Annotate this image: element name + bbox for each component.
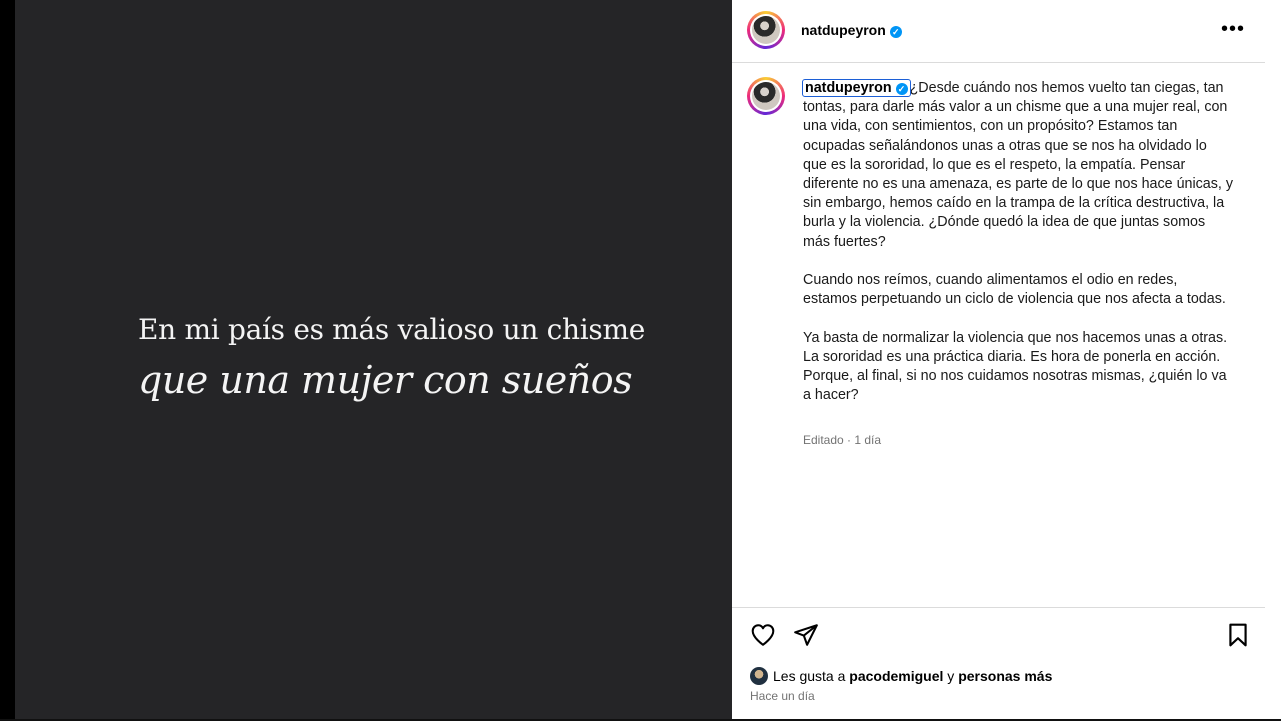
likes-others-link[interactable]: personas más <box>958 668 1052 684</box>
bookmark-icon[interactable] <box>1225 622 1251 648</box>
post-image[interactable]: En mi país es más valioso un chisme que … <box>15 0 732 719</box>
caption: natdupeyron ✓ ¿Desde cuándo nos hemos vuel… <box>802 79 1233 405</box>
post-header: natdupeyron ✓ ••• <box>732 0 1265 63</box>
author-username[interactable]: natdupeyron ✓ <box>801 22 902 38</box>
caption-avatar[interactable] <box>747 77 785 115</box>
more-options-icon[interactable]: ••• <box>1221 18 1245 41</box>
caption-text: ¿Desde cuándo nos hemos vuelto tan ciega… <box>803 80 1233 404</box>
liker-avatar[interactable] <box>750 667 768 685</box>
liker-username[interactable]: pacodemiguel <box>849 668 943 684</box>
action-bar: Les gusta a pacodemiguel y personas más … <box>732 608 1265 719</box>
likes-middle: y <box>943 668 959 684</box>
caption-area: natdupeyron ✓ ¿Desde cuándo nos hemos vuel… <box>732 62 1265 608</box>
author-username-text[interactable]: natdupeyron <box>801 22 886 38</box>
verified-badge-icon: ✓ <box>895 83 908 95</box>
likes-prefix: Les gusta a <box>773 668 850 684</box>
author-avatar[interactable] <box>747 11 785 49</box>
heart-icon[interactable] <box>750 622 776 648</box>
verified-badge-icon: ✓ <box>889 26 902 38</box>
caption-username[interactable]: natdupeyron ✓ <box>802 79 911 97</box>
post-detail-panel: natdupeyron ✓ ••• natdupeyron ✓ ¿Desde cuán… <box>732 0 1265 719</box>
paper-plane-icon[interactable] <box>793 622 819 648</box>
caption-username-text[interactable]: natdupeyron <box>805 80 892 96</box>
post-timestamp[interactable]: Hace un día <box>750 689 815 703</box>
caption-meta: Editado · 1 día <box>803 433 882 447</box>
page-edge <box>1265 0 1281 721</box>
likes-summary: Les gusta a pacodemiguel y personas más <box>750 667 1052 685</box>
